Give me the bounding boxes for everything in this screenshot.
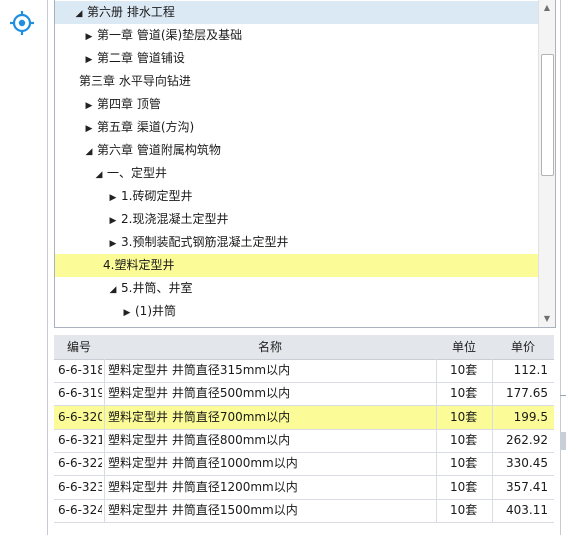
tree-item[interactable]: ▶ 第二章 管道铺设 <box>55 47 555 72</box>
row-name: 塑料定型井 井筒直径1200mm以内 <box>108 479 298 494</box>
tree-item-label: 第二章 管道铺设 <box>97 51 185 65</box>
row-code: 6-6-319 <box>58 386 102 401</box>
tree-item-label: 第六章 管道附属构筑物 <box>97 143 221 157</box>
row-name: 塑料定型井 井筒直径700mm以内 <box>108 409 291 424</box>
column-divider <box>436 359 437 522</box>
tree-item[interactable]: ◢ 5.井筒、井室 <box>55 277 555 302</box>
expanded-arrow-icon[interactable]: ◢ <box>107 279 119 302</box>
row-price: 262.92 <box>506 432 548 447</box>
row-name: 塑料定型井 井筒直径1000mm以内 <box>108 456 298 471</box>
expanded-arrow-icon[interactable]: ◢ <box>93 164 105 187</box>
header-unit[interactable]: 单位 <box>436 335 492 359</box>
quota-browser-panel: ◢ 第六册 排水工程 ▶ 第一章 管道(渠)垫层及基础 ▶ 第二章 管道铺设 第三章 水平导… <box>47 0 561 535</box>
tree-item-label: 第四章 顶管 <box>97 97 161 111</box>
row-code: 6-6-324 <box>58 502 102 517</box>
row-price: 330.45 <box>506 456 548 471</box>
row-code: 6-6-323 <box>58 479 102 494</box>
collapsed-arrow-icon[interactable]: ▶ <box>83 95 95 118</box>
left-toolbar <box>0 0 47 535</box>
column-divider <box>104 359 105 522</box>
table-header: 编号 名称 单位 单价 <box>54 335 554 360</box>
row-unit: 10套 <box>450 456 478 471</box>
edge-divider <box>560 395 566 396</box>
header-price[interactable]: 单价 <box>492 335 554 359</box>
row-code: 6-6-318 <box>58 363 102 377</box>
locate-target-icon[interactable] <box>9 10 35 36</box>
row-price: 177.65 <box>506 386 548 401</box>
table-row[interactable]: 6-6-318 塑料定型井 井筒直径315mm以内 10套 112.1 <box>54 359 554 383</box>
column-divider <box>492 359 493 522</box>
tree-item-label: 5.井筒、井室 <box>121 281 193 295</box>
row-name: 塑料定型井 井筒直径1500mm以内 <box>108 502 298 517</box>
row-unit: 10套 <box>450 386 478 401</box>
header-code[interactable]: 编号 <box>54 335 104 359</box>
table-row[interactable]: 6-6-319 塑料定型井 井筒直径500mm以内 10套 177.65 <box>54 382 554 407</box>
tree-vertical-scrollbar[interactable]: ▲ ▼ <box>538 0 555 327</box>
tree-item[interactable]: ◢ 第六章 管道附属构筑物 <box>55 139 555 164</box>
chapter-tree: ◢ 第六册 排水工程 ▶ 第一章 管道(渠)垫层及基础 ▶ 第二章 管道铺设 第三章 水平导… <box>54 0 556 328</box>
tree-item[interactable]: ▶ 第一章 管道(渠)垫层及基础 <box>55 24 555 49</box>
tree-item[interactable]: ▶ 第五章 渠道(方沟) <box>55 116 555 141</box>
tree-item-label: (1)井筒 <box>135 304 176 318</box>
tree-item[interactable]: 第三章 水平导向钻进 <box>55 70 555 93</box>
tree-item-label: 1.砖砌定型井 <box>121 189 193 203</box>
scroll-thumb[interactable] <box>541 54 554 176</box>
expanded-arrow-icon[interactable]: ◢ <box>73 3 85 26</box>
row-unit: 10套 <box>450 432 478 447</box>
row-price: 199.5 <box>513 409 548 424</box>
scroll-up-icon[interactable]: ▲ <box>539 0 555 16</box>
row-price: 112.1 <box>513 363 548 377</box>
collapsed-arrow-icon[interactable]: ▶ <box>107 233 119 256</box>
tree-item-label: 第六册 排水工程 <box>87 5 175 19</box>
collapsed-arrow-icon[interactable]: ▶ <box>107 187 119 210</box>
tree-item-label: 第一章 管道(渠)垫层及基础 <box>97 28 243 42</box>
header-name[interactable]: 名称 <box>104 335 436 359</box>
tree-item[interactable]: ▶ 第四章 顶管 <box>55 93 555 118</box>
collapsed-arrow-icon[interactable]: ▶ <box>107 210 119 233</box>
expanded-arrow-icon[interactable]: ◢ <box>83 141 95 164</box>
edge-divider <box>560 432 566 450</box>
table-row[interactable]: 6-6-322 塑料定型井 井筒直径1000mm以内 10套 330.45 <box>54 452 554 477</box>
collapsed-arrow-icon[interactable]: ▶ <box>83 26 95 49</box>
tree-item-label: 3.预制装配式钢筋混凝土定型井 <box>121 235 289 249</box>
tree-item-label: 2.现浇混凝土定型井 <box>121 212 229 226</box>
tree-item-label: 第三章 水平导向钻进 <box>79 74 191 88</box>
tree-item[interactable]: 4.塑料定型井 <box>55 254 555 277</box>
collapsed-arrow-icon[interactable]: ▶ <box>83 118 95 141</box>
tree-item-label: 第五章 渠道(方沟) <box>97 120 195 134</box>
tree-item[interactable]: ▶ 1.砖砌定型井 <box>55 185 555 210</box>
table-row[interactable]: 6-6-320 塑料定型井 井筒直径700mm以内 10套 199.5 <box>54 405 554 430</box>
row-unit: 10套 <box>450 409 478 424</box>
tree-item[interactable]: ▶ 2.现浇混凝土定型井 <box>55 208 555 233</box>
row-code: 6-6-320 <box>58 409 102 424</box>
table-row[interactable]: 6-6-324 塑料定型井 井筒直径1500mm以内 10套 403.11 <box>54 499 554 523</box>
collapsed-arrow-icon[interactable]: ▶ <box>83 49 95 72</box>
row-unit: 10套 <box>450 363 478 377</box>
row-code: 6-6-321 <box>58 432 102 447</box>
tree-item[interactable]: ◢ 第六册 排水工程 <box>55 1 555 24</box>
row-unit: 10套 <box>450 502 478 517</box>
row-price: 357.41 <box>506 479 548 494</box>
tree-item[interactable]: ◢ 一、定型井 <box>55 162 555 187</box>
tree-item-label: 4.塑料定型井 <box>103 258 175 272</box>
row-name: 塑料定型井 井筒直径800mm以内 <box>108 432 291 447</box>
table-row[interactable]: 6-6-321 塑料定型井 井筒直径800mm以内 10套 262.92 <box>54 429 554 453</box>
row-code: 6-6-322 <box>58 456 102 471</box>
scroll-down-icon[interactable]: ▼ <box>539 311 555 327</box>
tree-item[interactable]: ▶ (1)井筒 <box>55 300 555 325</box>
row-name: 塑料定型井 井筒直径315mm以内 <box>108 363 291 377</box>
quota-table: 编号 名称 单位 单价 6-6-318 塑料定型井 井筒直径315mm以内 10套 1… <box>54 335 554 525</box>
table-row[interactable]: 6-6-323 塑料定型井 井筒直径1200mm以内 10套 357.41 <box>54 476 554 500</box>
row-unit: 10套 <box>450 479 478 494</box>
row-price: 403.11 <box>506 502 548 517</box>
row-name: 塑料定型井 井筒直径500mm以内 <box>108 386 291 401</box>
tree-item[interactable]: ▶ 3.预制装配式钢筋混凝土定型井 <box>55 231 555 256</box>
tree-item-label: 一、定型井 <box>107 166 168 180</box>
collapsed-arrow-icon[interactable]: ▶ <box>121 302 133 325</box>
